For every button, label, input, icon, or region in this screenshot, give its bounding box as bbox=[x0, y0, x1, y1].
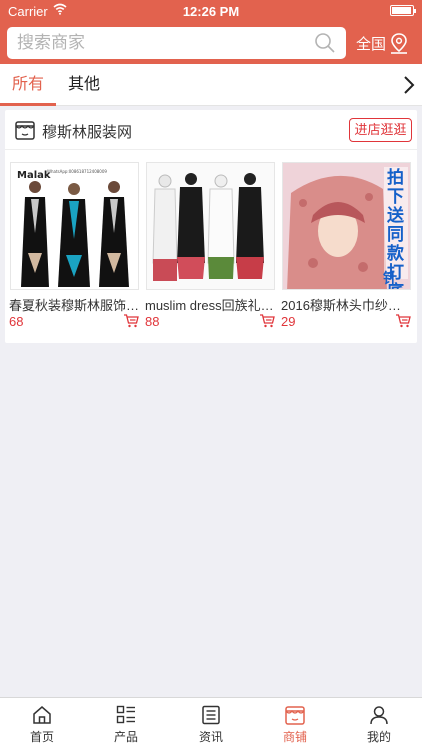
cart-icon[interactable] bbox=[123, 313, 139, 328]
category-tabs: 所有 其他 bbox=[0, 64, 422, 106]
tab-profile-label: 我的 bbox=[366, 730, 391, 744]
region-selector[interactable]: 全国 bbox=[356, 30, 409, 56]
tab-news-label: 资讯 bbox=[198, 730, 223, 744]
tab-other[interactable]: 其他 bbox=[60, 64, 108, 106]
image-banner-text: 拍下送同款打底帽 bbox=[387, 168, 404, 290]
product-name[interactable]: muslim dress回族礼… bbox=[145, 295, 275, 314]
home-icon bbox=[33, 706, 51, 724]
news-icon bbox=[202, 705, 220, 725]
store-icon bbox=[15, 121, 35, 140]
location-pin-icon bbox=[391, 33, 408, 54]
tab-profile[interactable]: 我的 bbox=[337, 698, 421, 750]
product-name[interactable]: 春夏秋装穆斯林服饰… bbox=[9, 295, 139, 314]
top-bar: Carrier 12:26 PM 全国 bbox=[0, 0, 422, 64]
shop-header: 穆斯林服装网 进店逛逛 bbox=[5, 110, 417, 150]
shop-name[interactable]: 穆斯林服装网 bbox=[42, 121, 132, 142]
tab-products[interactable]: 产品 bbox=[84, 698, 168, 750]
product-image[interactable]: 针 拍下送同款打底帽 bbox=[282, 162, 411, 290]
store-icon bbox=[285, 706, 305, 725]
visit-store-button[interactable]: 进店逛逛 bbox=[349, 118, 412, 142]
tab-stores[interactable]: 商铺 bbox=[253, 698, 337, 750]
status-bar: Carrier 12:26 PM bbox=[0, 0, 422, 22]
search-input[interactable] bbox=[17, 27, 307, 59]
product-image[interactable] bbox=[146, 162, 275, 290]
tab-all[interactable]: 所有 bbox=[0, 64, 56, 106]
product-price: 68 bbox=[9, 314, 24, 329]
product-image-logo: Malak bbox=[17, 170, 51, 181]
tab-home-label: 首页 bbox=[29, 730, 54, 744]
search-box[interactable] bbox=[7, 27, 346, 59]
tab-products-label: 产品 bbox=[113, 730, 138, 744]
region-label: 全国 bbox=[356, 35, 387, 53]
status-time: 12:26 PM bbox=[182, 4, 240, 19]
chevron-right-icon[interactable] bbox=[402, 75, 416, 95]
product-list-icon bbox=[116, 705, 135, 724]
svg-text:WhatsApp:008618712408009: WhatsApp:008618712408009 bbox=[47, 169, 107, 174]
tab-stores-label: 商铺 bbox=[282, 730, 307, 744]
product-image[interactable]: Malak WhatsApp:008618712408009 bbox=[10, 162, 139, 290]
bottom-tab-bar: 首页 产品 资讯 商铺 我的 bbox=[0, 697, 422, 750]
shop-card: 穆斯林服装网 进店逛逛 Malak WhatsApp:0086187124080… bbox=[5, 110, 417, 343]
product-name[interactable]: 2016穆斯林头巾纱巾… bbox=[281, 295, 411, 314]
tab-home[interactable]: 首页 bbox=[0, 698, 84, 750]
product-price: 29 bbox=[281, 314, 296, 329]
battery-icon bbox=[390, 5, 416, 16]
tab-news[interactable]: 资讯 bbox=[169, 698, 253, 750]
search-icon[interactable] bbox=[314, 32, 336, 54]
profile-icon bbox=[370, 706, 388, 725]
cart-icon[interactable] bbox=[395, 313, 411, 328]
product-price: 88 bbox=[145, 314, 160, 329]
cart-icon[interactable] bbox=[259, 313, 275, 328]
